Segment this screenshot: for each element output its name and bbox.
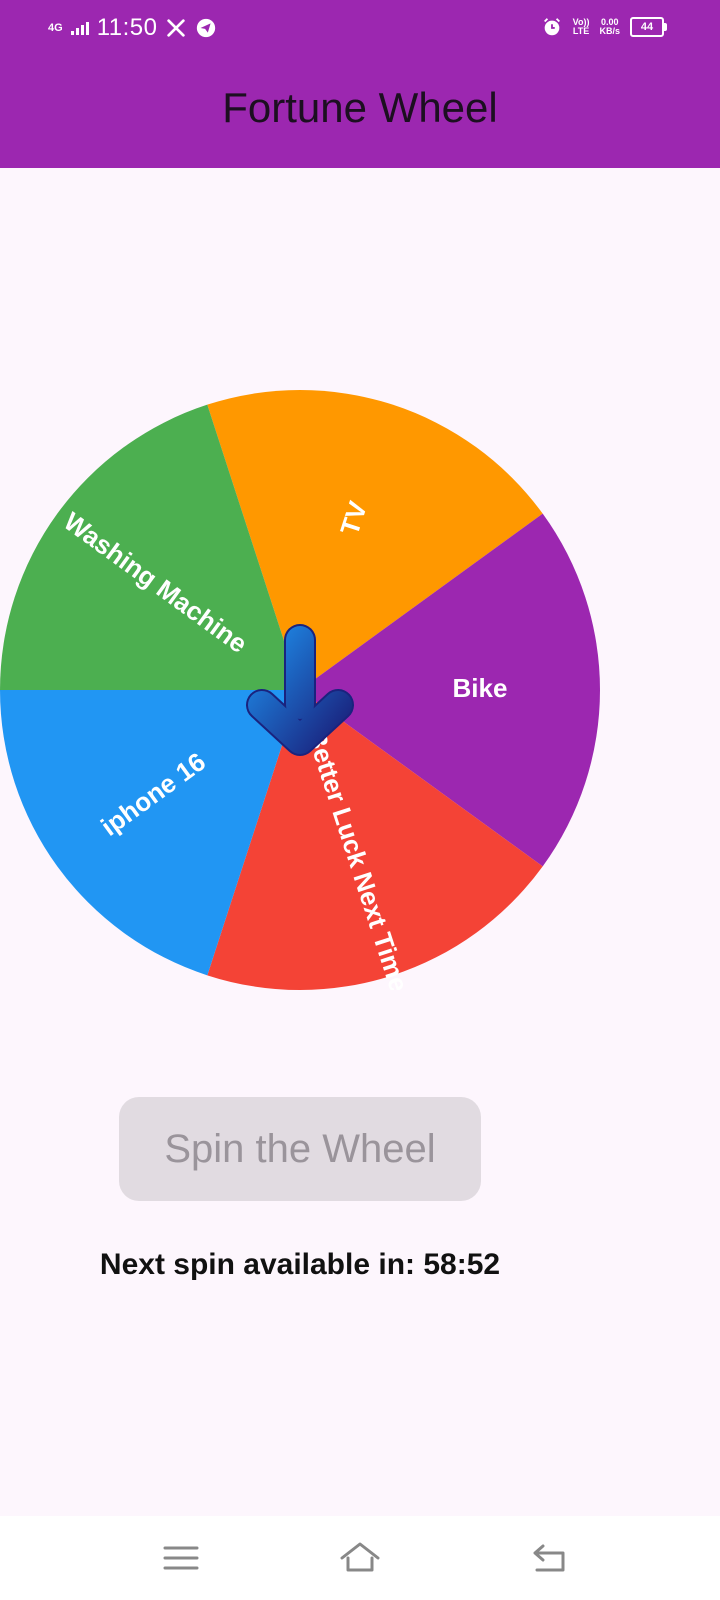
fortune-wheel[interactable]: TV Bike Better Luck Next Time iphone 16 Wash… <box>0 390 600 995</box>
home-icon[interactable] <box>338 1536 382 1580</box>
telegram-icon <box>197 18 216 38</box>
status-time: 11:50 <box>96 14 158 41</box>
status-bar: 4G 11:50 Vo)) LTE 0.00 KB/s 44 <box>0 0 720 58</box>
tools-icon <box>167 19 186 37</box>
network-speed: 0.00 KB/s <box>599 17 620 36</box>
menu-icon[interactable] <box>159 1536 203 1580</box>
wheel-graphic[interactable]: TVBikeBetter Luck Next Timeiphone 16Wash… <box>0 390 600 995</box>
back-icon[interactable] <box>527 1536 571 1580</box>
status-right: Vo)) LTE 0.00 KB/s 44 <box>541 16 667 38</box>
status-left: 4G 11:50 <box>48 14 217 42</box>
navigation-bar <box>0 1516 720 1600</box>
app-bar: Fortune Wheel <box>0 58 720 168</box>
battery-icon: 44 <box>630 17 667 37</box>
page-title: Fortune Wheel <box>222 84 498 131</box>
spin-wheel-button[interactable]: Spin the Wheel <box>119 1097 481 1201</box>
network-type: 4G <box>48 21 63 34</box>
volte-indicator: Vo)) LTE <box>572 17 590 36</box>
next-spin-timer: Next spin available in: 58:52 <box>99 1248 501 1281</box>
signal-icon <box>70 21 89 35</box>
alarm-icon <box>543 18 560 36</box>
wheel-segment-label: Bike <box>453 673 508 703</box>
